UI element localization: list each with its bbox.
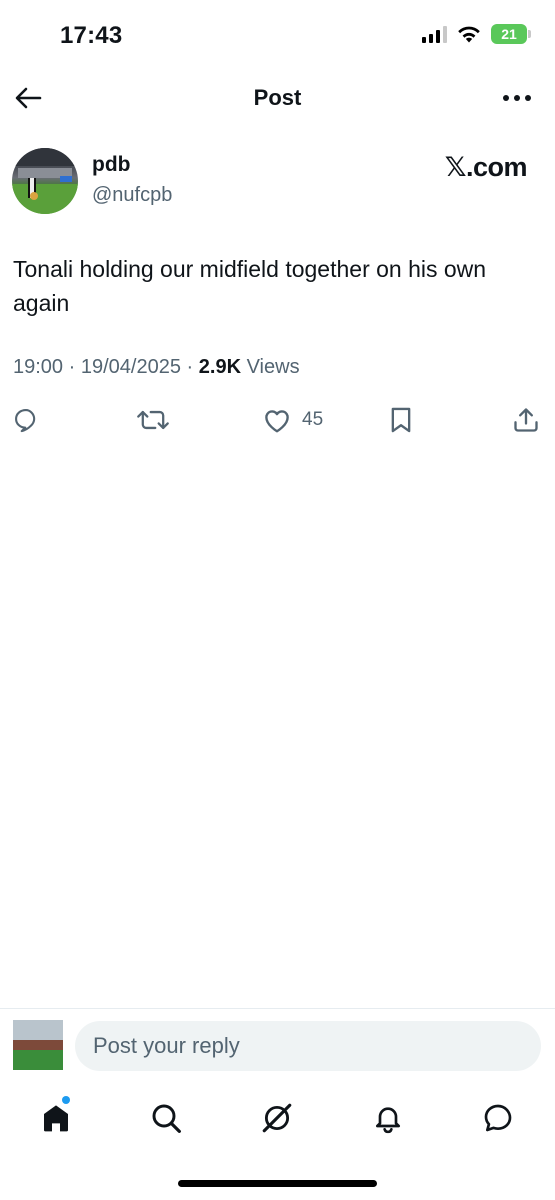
post-time: 19:00 — [13, 356, 64, 378]
tab-messages[interactable] — [478, 1098, 518, 1138]
status-time: 17:43 — [60, 22, 123, 49]
messages-icon — [484, 1104, 512, 1132]
more-button[interactable] — [501, 84, 533, 112]
heart-icon — [265, 410, 289, 433]
more-icon — [503, 95, 531, 101]
home-indicator — [178, 1180, 377, 1187]
wifi-icon — [458, 26, 480, 43]
share-icon — [514, 408, 538, 432]
author-name[interactable]: pdb — [92, 153, 130, 177]
bell-icon — [376, 1107, 400, 1134]
views-count[interactable]: 2.9K — [199, 356, 241, 378]
post-text: Tonali holding our midfield together on … — [13, 256, 487, 316]
meta-separator: · — [68, 356, 76, 378]
reply-divider — [0, 1008, 555, 1009]
tab-notifications[interactable] — [368, 1098, 408, 1138]
page-title: Post — [253, 85, 302, 110]
bookmark-button[interactable] — [388, 402, 414, 438]
author-handle[interactable]: @nufcpb — [92, 184, 172, 207]
my-avatar[interactable] — [13, 1020, 63, 1070]
bookmark-icon — [391, 407, 411, 433]
grok-icon — [262, 1103, 292, 1133]
meta-separator: · — [186, 356, 194, 378]
tab-search[interactable] — [146, 1098, 186, 1138]
avatar-photo — [12, 148, 78, 214]
like-button[interactable]: 45 — [262, 402, 323, 438]
my-avatar-photo — [13, 1020, 63, 1070]
views-label[interactable]: Views — [247, 356, 300, 378]
repost-button[interactable] — [136, 402, 170, 438]
battery-icon: 21 — [491, 24, 531, 44]
reply-icon — [15, 409, 36, 433]
x-com-watermark: 𝕏.com — [444, 152, 528, 182]
reply-input[interactable]: Post your reply — [75, 1021, 541, 1071]
cellular-signal-icon — [422, 25, 447, 43]
repost-icon — [137, 410, 169, 430]
reply-button[interactable] — [12, 402, 40, 438]
status-icons: 21 — [422, 24, 531, 44]
battery-level: 21 — [501, 26, 517, 42]
home-icon — [44, 1105, 68, 1132]
search-icon — [152, 1104, 181, 1133]
home-notification-dot — [62, 1096, 70, 1104]
post-date: 19/04/2025 — [80, 356, 181, 378]
post-meta: 19:00 · 19/04/2025 · 2.9K Views — [13, 356, 300, 379]
tab-home[interactable] — [36, 1098, 76, 1138]
tab-grok[interactable] — [257, 1098, 297, 1138]
share-button[interactable] — [512, 402, 540, 438]
like-count: 45 — [302, 409, 324, 430]
author-avatar[interactable] — [12, 148, 78, 214]
